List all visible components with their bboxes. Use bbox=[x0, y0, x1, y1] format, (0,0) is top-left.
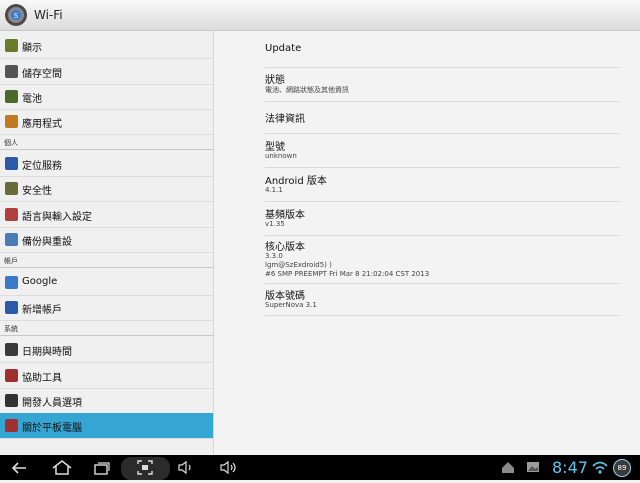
wifi-icon bbox=[591, 458, 609, 483]
settings-sidebar: 顯示 儲存空間 電池 應用程式 個人 定位服務 安全性 語言與輸入設定 備份與重… bbox=[0, 31, 214, 455]
update-row[interactable]: Update bbox=[265, 31, 620, 68]
row-summary: 電池、網路狀態及其他資訊 bbox=[265, 86, 349, 94]
sidebar-item-label: 協助工具 bbox=[22, 373, 62, 384]
sidebar-item-label: 顯示 bbox=[22, 43, 42, 54]
lock-icon bbox=[5, 182, 18, 195]
developer-icon bbox=[5, 394, 18, 407]
backup-icon bbox=[5, 233, 18, 246]
android-version-row[interactable]: Android 版本 4.1.1 bbox=[265, 167, 620, 202]
about-icon bbox=[5, 419, 18, 432]
row-title: 法律資訊 bbox=[265, 114, 305, 125]
row-title: Android 版本 bbox=[265, 176, 327, 187]
section-divider bbox=[0, 267, 213, 268]
row-summary: 3.3.0 bbox=[265, 252, 283, 260]
sidebar-item-developer[interactable]: 開發人員選項 bbox=[0, 388, 213, 414]
title-bar: S Wi-Fi bbox=[0, 0, 640, 31]
sidebar-item-about[interactable]: 關於平板電腦 bbox=[0, 413, 213, 439]
section-divider bbox=[0, 335, 213, 336]
model-row: 型號 unknown bbox=[265, 133, 620, 168]
add-account-icon bbox=[5, 301, 18, 314]
sidebar-item-battery[interactable]: 電池 bbox=[0, 84, 213, 110]
clock-icon bbox=[5, 343, 18, 356]
home-status-icon bbox=[500, 458, 516, 483]
sidebar-item-apps[interactable]: 應用程式 bbox=[0, 109, 213, 135]
sidebar-item-backup[interactable]: 備份與重設 bbox=[0, 227, 213, 253]
sidebar-item-label: 應用程式 bbox=[22, 119, 62, 130]
row-summary: SuperNova 3.1 bbox=[265, 301, 317, 309]
battery-icon bbox=[5, 90, 18, 103]
language-icon bbox=[5, 208, 18, 221]
display-icon bbox=[5, 39, 18, 52]
row-title: 基頻版本 bbox=[265, 210, 305, 221]
kernel-version-row: 核心版本 3.3.0 lgm@SzExdroid5) ) #6 SMP PREE… bbox=[265, 235, 620, 284]
row-summary: unknown bbox=[265, 152, 297, 160]
section-header-system: 系統 bbox=[4, 325, 18, 333]
volume-down-icon[interactable] bbox=[176, 456, 196, 481]
accessibility-icon bbox=[5, 369, 18, 382]
about-tablet-panel: Update 狀態 電池、網路狀態及其他資訊 法律資訊 型號 unknown A… bbox=[214, 31, 640, 455]
row-summary: v1.35 bbox=[265, 220, 285, 228]
section-header-accounts: 帳戶 bbox=[4, 257, 18, 265]
row-summary: #6 SMP PREEMPT Fri Mar 8 21:02:04 CST 20… bbox=[265, 270, 430, 278]
location-icon bbox=[5, 157, 18, 170]
baseband-version-row: 基頻版本 v1.35 bbox=[265, 201, 620, 236]
sidebar-item-display[interactable]: 顯示 bbox=[0, 33, 213, 59]
sidebar-item-label: 定位服務 bbox=[22, 161, 62, 172]
section-divider bbox=[0, 149, 213, 150]
sidebar-item-label: 安全性 bbox=[22, 186, 52, 197]
sidebar-item-label: Google bbox=[22, 276, 58, 287]
sidebar-item-label: 開發人員選項 bbox=[22, 398, 82, 409]
row-title: 版本號碼 bbox=[265, 291, 305, 302]
sidebar-item-language[interactable]: 語言與輸入設定 bbox=[0, 202, 213, 228]
row-title: 型號 bbox=[265, 142, 285, 153]
settings-icon[interactable]: S bbox=[4, 3, 28, 27]
volume-up-icon[interactable] bbox=[218, 456, 240, 481]
sidebar-item-label: 電池 bbox=[22, 94, 42, 105]
home-icon[interactable] bbox=[50, 456, 74, 481]
sidebar-item-label: 備份與重設 bbox=[22, 237, 72, 248]
sidebar-item-security[interactable]: 安全性 bbox=[0, 176, 213, 202]
image-icon bbox=[525, 458, 541, 483]
section-header-personal: 個人 bbox=[4, 139, 18, 147]
row-summary: lgm@SzExdroid5) ) bbox=[265, 261, 332, 269]
row-title: 狀態 bbox=[265, 75, 285, 86]
sidebar-item-label: 日期與時間 bbox=[22, 347, 72, 358]
battery-level-badge: 89 bbox=[613, 459, 631, 477]
svg-text:S: S bbox=[14, 12, 19, 20]
sidebar-item-accessibility[interactable]: 協助工具 bbox=[0, 363, 213, 389]
storage-icon bbox=[5, 65, 18, 78]
screenshot-icon[interactable] bbox=[134, 456, 156, 481]
sidebar-item-label: 關於平板電腦 bbox=[22, 423, 82, 434]
google-icon bbox=[5, 276, 18, 289]
legal-info-row[interactable]: 法律資訊 bbox=[265, 101, 620, 134]
sidebar-item-label: 儲存空間 bbox=[22, 69, 62, 80]
sidebar-item-date-time[interactable]: 日期與時間 bbox=[0, 337, 213, 363]
row-summary: 4.1.1 bbox=[265, 186, 283, 194]
sidebar-item-add-account[interactable]: 新增帳戶 bbox=[0, 295, 213, 321]
status-clock: 8:47 bbox=[552, 458, 588, 477]
page-title: Wi-Fi bbox=[34, 8, 63, 22]
back-icon[interactable] bbox=[8, 456, 30, 481]
row-title: 核心版本 bbox=[265, 242, 305, 253]
apps-icon bbox=[5, 115, 18, 128]
sidebar-item-storage[interactable]: 儲存空間 bbox=[0, 59, 213, 85]
sidebar-item-label: 語言與輸入設定 bbox=[22, 212, 92, 223]
sidebar-item-label: 新增帳戶 bbox=[22, 305, 62, 316]
sidebar-item-google[interactable]: Google bbox=[0, 270, 213, 296]
row-title: Update bbox=[265, 43, 302, 54]
recent-apps-icon[interactable] bbox=[91, 456, 113, 481]
status-row[interactable]: 狀態 電池、網路狀態及其他資訊 bbox=[265, 67, 620, 102]
sidebar-item-location[interactable]: 定位服務 bbox=[0, 151, 213, 177]
build-number-row[interactable]: 版本號碼 SuperNova 3.1 bbox=[265, 283, 620, 316]
